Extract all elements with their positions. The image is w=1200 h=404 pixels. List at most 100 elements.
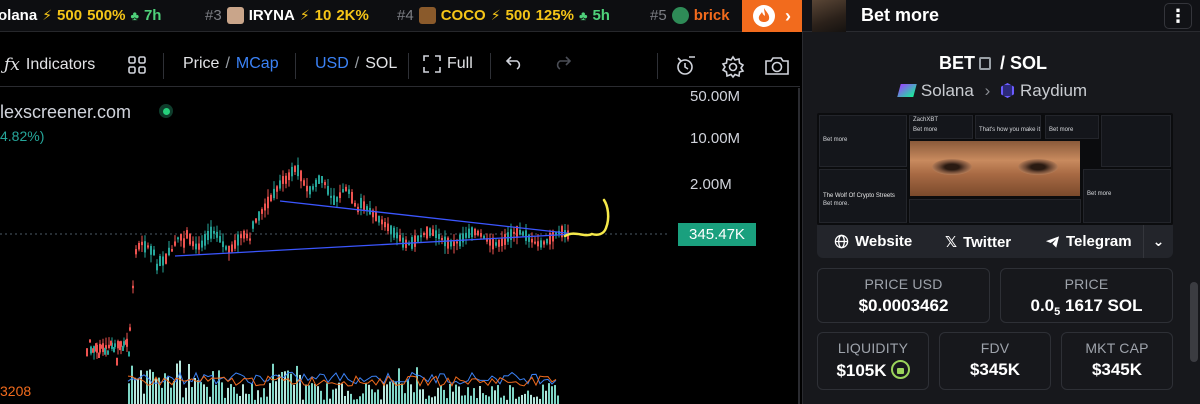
website-link[interactable]: Website [834,233,912,250]
telegram-link[interactable]: Telegram [1045,233,1132,250]
trending-fire-button[interactable]: › [742,0,802,32]
candle [273,188,275,199]
indicators-label: Indicators [25,56,96,73]
scrollbar[interactable] [1190,32,1198,404]
dex-name[interactable]: Raydium [1020,81,1087,100]
telegram-label: Telegram [1066,233,1132,250]
volume-bar [431,397,433,404]
candle [354,202,356,207]
candle [543,241,545,245]
volume-bar [236,393,238,404]
price-sol-value: 0.05 1617 SOL [1030,296,1143,318]
current-price-tag: 345.47K [678,223,756,246]
chevron-down-icon[interactable]: ⌄ [1143,225,1173,258]
volume-bar [224,397,226,404]
candle [279,180,281,189]
candle [258,211,260,221]
candle [537,241,539,247]
fdv-card: FDV $345K [939,332,1051,390]
candle [234,240,236,249]
mcap-label: MKT CAP [1085,340,1149,356]
y-axis-label: 50.00M [690,88,741,105]
candle [471,227,473,238]
candlestick-chart[interactable] [0,88,800,404]
token-banner-image: Bet more ZachXBT Bet more That's how you… [817,113,1173,225]
currency-toggle[interactable]: USD / SOL [315,55,397,73]
ticker-age: 7h [143,7,162,24]
volume-bar [494,390,496,404]
volume-bar [341,383,343,404]
tweet-text: Bet more [913,127,938,133]
volume-bar [482,393,484,404]
change-label: 4.82%) [0,128,45,144]
undo-button[interactable] [505,55,525,71]
volume-bar [515,398,517,404]
chain-name[interactable]: Solana [921,81,974,100]
volume-bar [197,379,199,404]
candle [122,345,124,351]
volume-bar [554,385,556,404]
alert-button[interactable] [675,55,697,77]
ticker-item[interactable]: #5 brick [650,7,730,24]
candle [288,172,290,181]
redo-button[interactable] [552,55,572,71]
candle [300,170,302,182]
price-chart[interactable]: lexscreener.com 4.82%) 50.00M 10.00M 2.0… [0,88,800,404]
candle [402,237,404,248]
volume-bar [194,378,196,404]
candle [393,227,395,238]
token-avatar-icon [226,7,244,24]
ticker-item[interactable]: #4 COCO ⚡ 500 125% ♣ 5h [397,7,610,24]
volume-bar [161,387,163,404]
candle [534,241,536,244]
fullscreen-label: Full [447,55,473,72]
candle [101,344,103,349]
volume-bar [287,370,289,404]
volume-bar [269,383,271,404]
token-info-panel: BET / SOL Solana › Raydium Bet more Zach… [802,32,1200,404]
candle [129,327,131,331]
volume-bar [449,383,451,404]
liquidity-label: LIQUIDITY [837,340,909,356]
scrollbar-thumb[interactable] [1190,282,1198,362]
candle [504,234,506,245]
price-mcap-toggle[interactable]: Price / MCap [183,55,279,73]
token-avatar [812,0,846,32]
more-options-icon[interactable]: ⋮ [1164,3,1192,29]
toggle-slash: / [225,55,230,72]
lock-icon[interactable] [890,360,910,379]
sprout-icon: ♣ [578,8,588,23]
liquidity-value: $105K [818,360,928,381]
volume-bar [143,393,145,404]
price-sol-label: PRICE [1064,276,1109,292]
price-usd-card: PRICE USD $0.0003462 [817,268,990,323]
candle [546,238,548,244]
candle [453,241,455,246]
layout-grid-button[interactable] [127,55,147,75]
candle [477,230,479,236]
candle [128,351,130,357]
volume-bar [389,381,391,404]
candle [318,175,320,184]
volume-bar [215,384,217,404]
volume-bar [419,389,421,404]
candle [435,230,437,239]
ticker-item[interactable]: #3 IRYNA ⚡ 10 2K% [205,7,369,24]
copy-icon[interactable] [978,57,991,70]
pair-title: BET / SOL [938,53,1048,73]
volume-bar [461,395,463,404]
candle [171,248,173,252]
chart-watermark: lexscreener.com [0,102,132,122]
volume-bar [239,395,241,404]
volume-bar [479,386,481,404]
ticker-item[interactable]: olana ⚡ 500 500% ♣ 7h [0,7,161,24]
indicators-button[interactable]: ƒx Indicators [4,55,95,75]
volume-bar [536,396,538,404]
volume-bar [410,384,412,404]
settings-button[interactable] [721,55,745,79]
volume-bar [221,382,223,404]
twitter-link[interactable]: 𝕏 Twitter [945,233,1011,252]
candle [108,344,110,349]
fullscreen-button[interactable]: Full [423,55,473,73]
screenshot-button[interactable] [764,55,790,77]
